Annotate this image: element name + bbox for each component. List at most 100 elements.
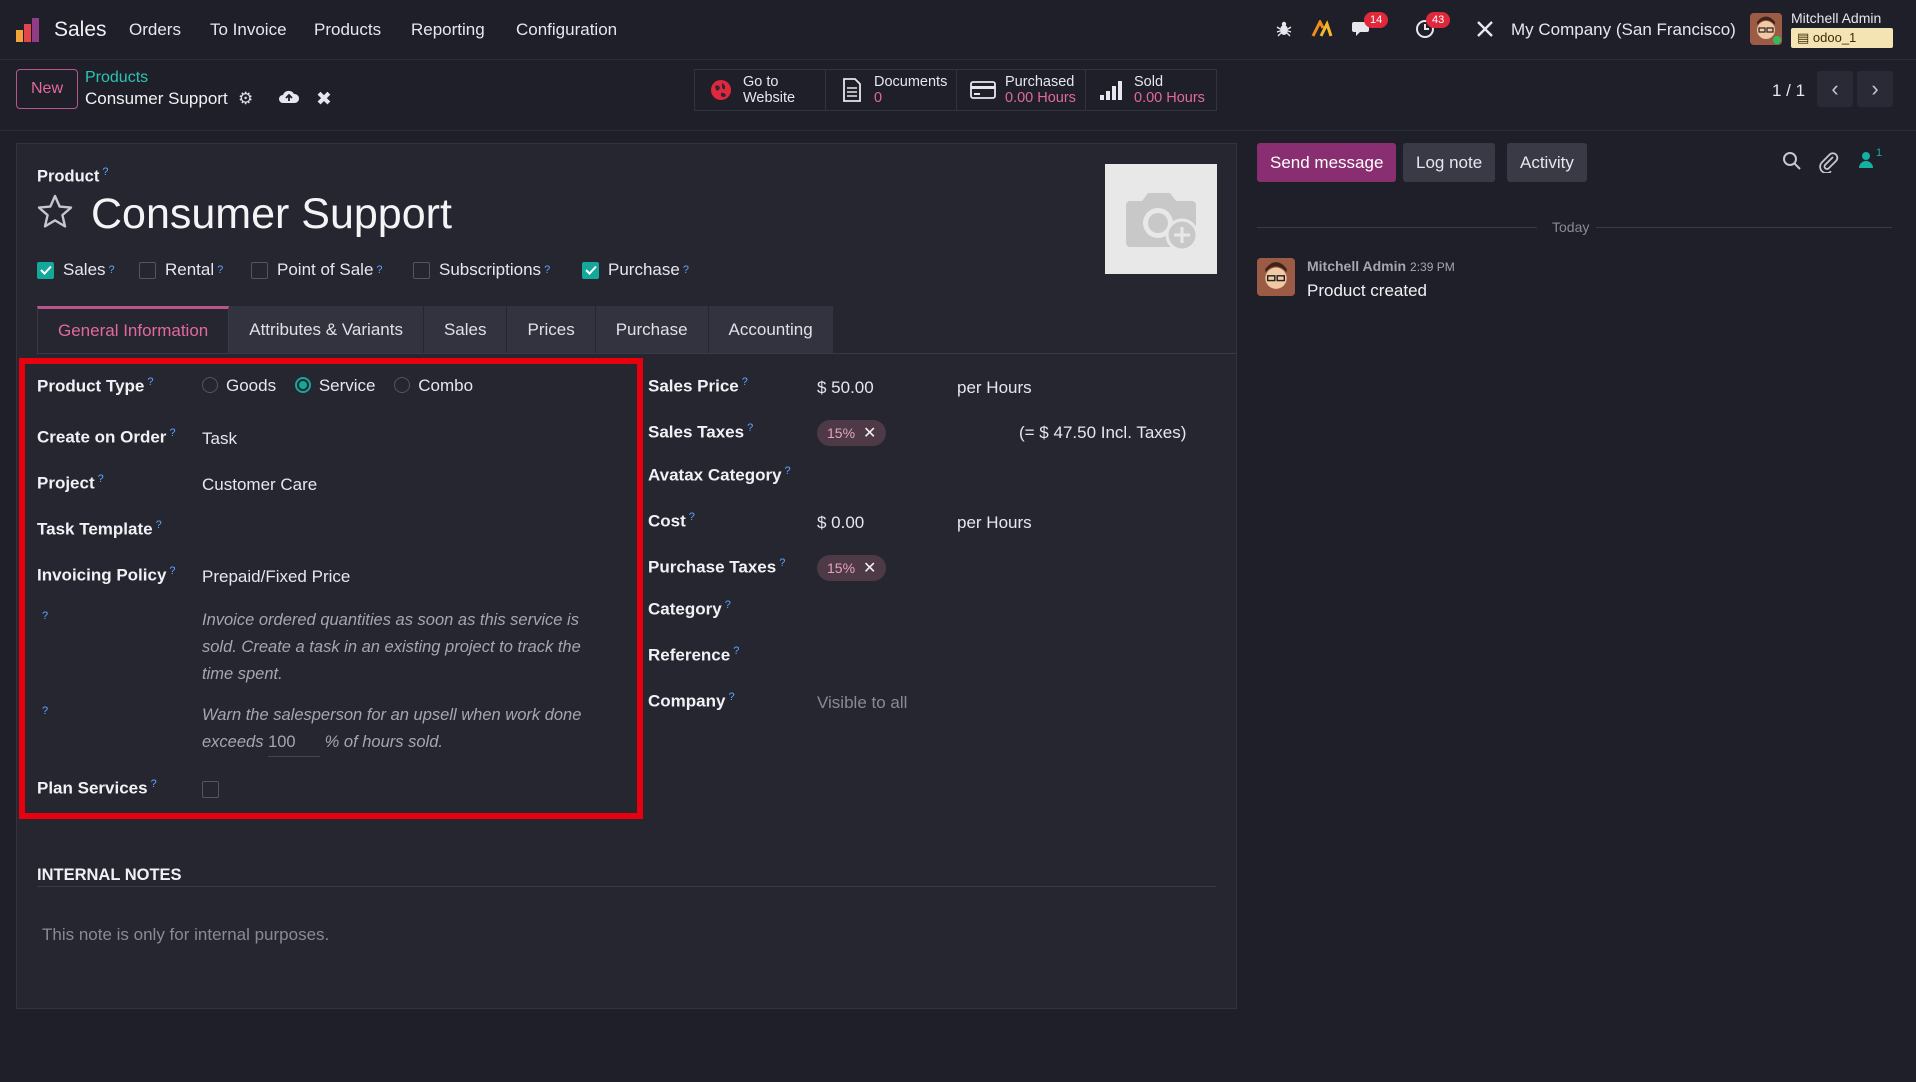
reference-label: Reference? (648, 645, 740, 665)
tab-sales[interactable]: Sales (423, 306, 508, 353)
sales-tax-tag[interactable]: 15% ✕ (817, 420, 887, 446)
checkbox-sales[interactable]: Sales? (37, 260, 115, 280)
avatax-category-field[interactable] (817, 465, 1217, 489)
messages-icon[interactable]: 14 (1350, 12, 1389, 42)
reference-field[interactable] (817, 645, 1217, 669)
document-icon (838, 76, 866, 104)
signal-bars-icon (1098, 76, 1126, 104)
tab-purchase[interactable]: Purchase (595, 306, 709, 353)
pager-next-button[interactable]: › (1857, 71, 1893, 107)
activity-button[interactable]: Activity (1507, 143, 1587, 182)
user-name[interactable]: Mitchell Admin (1791, 10, 1881, 26)
checkbox-checked-icon[interactable] (37, 261, 54, 279)
menu-configuration[interactable]: Configuration (516, 20, 617, 40)
paperclip-icon[interactable] (1819, 151, 1839, 173)
sales-price-field[interactable]: $ 50.00 (817, 378, 874, 398)
followers-count: 1 (1876, 147, 1883, 159)
purchase-tax-tag[interactable]: 15% ✕ (817, 555, 887, 581)
tab-accounting[interactable]: Accounting (708, 306, 834, 353)
internal-notes-editor[interactable]: This note is only for internal purposes. (42, 925, 329, 945)
smart-documents-count: 0 (874, 90, 883, 106)
cost-unit: per Hours (957, 513, 1032, 532)
globe-icon (707, 76, 735, 104)
message-body: Product created (1307, 281, 1428, 300)
database-name: odoo_1 (1812, 30, 1857, 45)
cost-field[interactable]: $ 0.00 (817, 513, 864, 533)
smart-purchased-line1: Purchased (1005, 74, 1075, 90)
notebook-tabs: General Information Attributes & Variant… (37, 306, 834, 353)
pager-value[interactable]: 1 / 1 (1772, 81, 1805, 101)
incl-taxes-text: (= $ 47.50 Incl. Taxes) (1019, 423, 1187, 442)
remove-tag-icon[interactable]: ✕ (863, 558, 876, 578)
product-image-upload[interactable] (1105, 164, 1217, 274)
product-label: Product? (37, 166, 109, 186)
smart-button-sold[interactable]: Sold 0.00 Hours (1085, 69, 1217, 111)
credit-card-icon (969, 76, 997, 104)
product-name-field[interactable]: Consumer Support (91, 190, 452, 239)
tools-icon[interactable] (1472, 16, 1498, 42)
checkbox-point-of-sale[interactable]: Point of Sale? (251, 260, 383, 280)
smart-button-documents[interactable]: Documents 0 (825, 69, 957, 111)
checkbox-checked-icon[interactable] (582, 261, 599, 279)
top-navbar: Sales Orders To Invoice Products Reporti… (0, 0, 1916, 60)
tab-divider (37, 353, 1236, 354)
database-badge: ▤ odoo_1 (1791, 28, 1893, 48)
save-cloud-icon[interactable] (278, 88, 300, 106)
smart-sold-value: 0.00 Hours (1134, 90, 1205, 106)
app-name[interactable]: Sales (54, 18, 107, 42)
internal-notes-divider (37, 886, 1216, 887)
discard-close-icon[interactable]: ✖ (316, 88, 332, 111)
date-divider-left (1257, 227, 1537, 228)
breadcrumb-current: Consumer Support (85, 89, 228, 108)
smart-button-purchased[interactable]: Purchased 0.00 Hours (956, 69, 1086, 111)
control-panel: New Products Consumer Support ⚙ ✖ Go to W… (0, 61, 1916, 131)
gear-icon[interactable]: ⚙ (238, 89, 253, 109)
user-avatar[interactable] (1750, 13, 1782, 45)
help-tooltip-icon[interactable]: ? (102, 166, 108, 178)
message-author-avatar[interactable] (1257, 258, 1295, 296)
avatax-logo-icon[interactable] (1309, 16, 1335, 42)
message-time: 2:39 PM (1410, 260, 1455, 274)
smart-button-website[interactable]: Go to Website (694, 69, 826, 111)
debug-bug-icon[interactable] (1271, 16, 1297, 42)
company-field[interactable]: Visible to all (817, 693, 907, 713)
followers-button[interactable]: 1 (1858, 147, 1882, 169)
breadcrumb-products-link[interactable]: Products (85, 69, 148, 87)
smart-documents-line1: Documents (874, 74, 948, 90)
follower-person-icon (1859, 152, 1873, 168)
chevron-right-icon: › (1871, 76, 1879, 101)
company-switcher[interactable]: My Company (San Francisco) (1511, 20, 1736, 40)
checkbox-subscriptions[interactable]: Subscriptions? (413, 260, 550, 280)
sales-app-logo-icon[interactable] (14, 16, 42, 44)
activities-count-badge: 43 (1426, 12, 1451, 28)
search-icon[interactable] (1782, 151, 1802, 171)
internal-notes-title: INTERNAL NOTES (37, 866, 182, 884)
checkbox-unchecked-icon[interactable] (139, 261, 156, 279)
send-message-button[interactable]: Send message (1257, 143, 1397, 182)
pager-previous-button[interactable]: ‹ (1817, 71, 1853, 107)
activities-clock-icon[interactable]: 43 (1412, 12, 1451, 42)
category-field[interactable] (817, 599, 1217, 623)
log-note-button[interactable]: Log note (1403, 143, 1496, 182)
sales-taxes-label: Sales Taxes? (648, 422, 754, 442)
message-author[interactable]: Mitchell Admin 2:39 PM (1307, 258, 1455, 274)
avatax-category-label: Avatax Category? (648, 465, 791, 485)
menu-to-invoice[interactable]: To Invoice (210, 20, 287, 40)
checkbox-unchecked-icon[interactable] (413, 261, 430, 279)
smart-sold-line1: Sold (1134, 74, 1164, 90)
checkbox-rental[interactable]: Rental? (139, 260, 223, 280)
tab-prices[interactable]: Prices (507, 306, 596, 353)
new-button[interactable]: New (16, 69, 78, 109)
menu-products[interactable]: Products (314, 20, 381, 40)
checkbox-unchecked-icon[interactable] (251, 261, 268, 279)
category-label: Category? (648, 599, 731, 619)
remove-tag-icon[interactable]: ✕ (863, 423, 876, 443)
smart-website-line2: Website (743, 90, 796, 106)
menu-orders[interactable]: Orders (129, 20, 181, 40)
favorite-star-icon[interactable] (35, 192, 75, 232)
sales-price-unit: per Hours (957, 378, 1032, 397)
checkbox-purchase[interactable]: Purchase? (582, 260, 689, 280)
tab-general-information[interactable]: General Information (37, 306, 230, 353)
tab-attributes-variants[interactable]: Attributes & Variants (229, 306, 424, 353)
menu-reporting[interactable]: Reporting (411, 20, 485, 40)
